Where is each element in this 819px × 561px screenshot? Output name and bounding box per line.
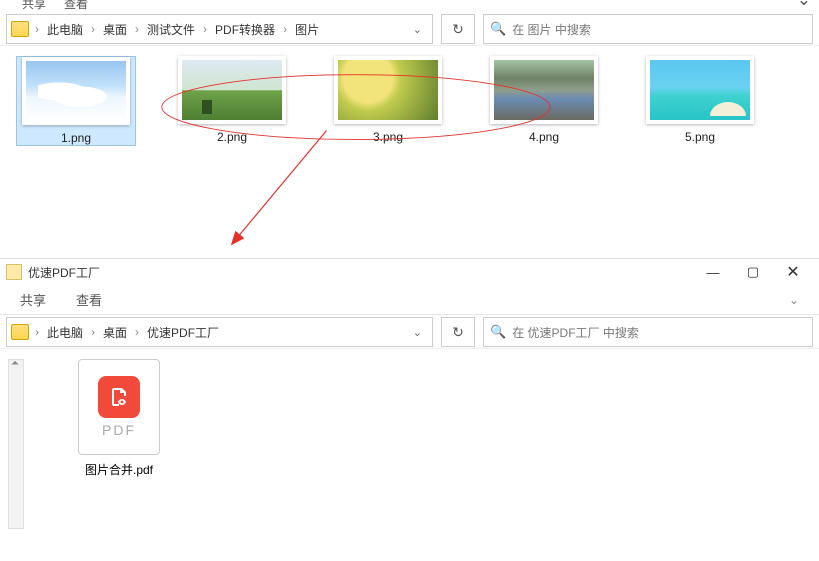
crumb-this-pc[interactable]: 此电脑 (41, 324, 89, 341)
ribbon-collapse-icon[interactable]: ⌄ (789, 293, 799, 307)
address-bar: › 此电脑 › 桌面 › 优速PDF工厂 ⌄ ↻ 🔍 在 优速PDF工厂 中搜索 (0, 315, 819, 349)
window-title: 优速PDF工厂 (28, 264, 100, 281)
thumbnail (490, 56, 598, 124)
breadcrumb-dropdown-icon[interactable]: ⌄ (407, 326, 428, 339)
file-item[interactable]: 1.png (16, 56, 136, 146)
thumbnail (22, 57, 130, 125)
search-input[interactable]: 🔍 在 图片 中搜索 (483, 14, 813, 44)
chevron-right-icon[interactable]: › (89, 22, 97, 36)
ribbon-tabs: 共享 查看 ⌄ (0, 285, 819, 315)
address-bar: › 此电脑 › 桌面 › 测试文件 › PDF转换器 › 图片 ⌄ ↻ 🔍 在 … (0, 12, 819, 46)
file-grid: 1.png 2.png 3.png 4.png 5.png (0, 46, 819, 156)
search-placeholder: 在 优速PDF工厂 中搜索 (512, 324, 639, 341)
file-grid: PDF 图片合并.pdf (0, 349, 819, 539)
file-label: 1.png (61, 131, 91, 145)
file-label: 图片合并.pdf (85, 461, 153, 478)
minimize-button[interactable]: — (693, 262, 733, 282)
file-label: 2.png (217, 130, 247, 144)
refresh-button[interactable]: ↻ (441, 317, 475, 347)
thumbnail (334, 56, 442, 124)
chevron-right-icon[interactable]: › (33, 325, 41, 339)
file-label: 5.png (685, 130, 715, 144)
chevron-right-icon[interactable]: › (33, 22, 41, 36)
breadcrumb-dropdown-icon[interactable]: ⌄ (407, 23, 428, 36)
close-button[interactable]: ✕ (773, 262, 813, 282)
chevron-right-icon[interactable]: › (133, 325, 141, 339)
tab-view[interactable]: 查看 (64, 0, 88, 12)
thumbnail (646, 56, 754, 124)
crumb-this-pc[interactable]: 此电脑 (41, 21, 89, 38)
thumbnail (178, 56, 286, 124)
crumb-pdf-converter[interactable]: PDF转换器 (209, 21, 281, 38)
chevron-right-icon[interactable]: › (89, 325, 97, 339)
search-input[interactable]: 🔍 在 优速PDF工厂 中搜索 (483, 317, 813, 347)
search-icon: 🔍 (490, 21, 506, 37)
title-bar: 优速PDF工厂 — ▢ ✕ (0, 259, 819, 285)
chevron-right-icon[interactable]: › (281, 22, 289, 36)
folder-icon (11, 21, 29, 37)
tab-share[interactable]: 共享 (20, 290, 46, 309)
breadcrumb[interactable]: › 此电脑 › 桌面 › 测试文件 › PDF转换器 › 图片 ⌄ (6, 14, 433, 44)
window-output-folder: 优速PDF工厂 — ▢ ✕ 共享 查看 ⌄ › 此电脑 › 桌面 › 优速PDF… (0, 258, 819, 561)
file-item[interactable]: 4.png (484, 56, 604, 146)
chevron-right-icon[interactable]: › (201, 22, 209, 36)
window-images-folder: 共享 查看 ⌄ › 此电脑 › 桌面 › 测试文件 › PDF转换器 › 图片 … (0, 0, 819, 255)
crumb-desktop[interactable]: 桌面 (97, 21, 133, 38)
file-item[interactable]: 5.png (640, 56, 760, 146)
file-item[interactable]: 2.png (172, 56, 292, 146)
file-item[interactable]: 3.png (328, 56, 448, 146)
folder-icon (11, 324, 29, 340)
folder-icon (6, 264, 22, 280)
crumb-pdf-factory[interactable]: 优速PDF工厂 (141, 324, 225, 341)
tab-share[interactable]: 共享 (22, 0, 46, 12)
chevron-right-icon[interactable]: › (133, 22, 141, 36)
maximize-button[interactable]: ▢ (733, 262, 773, 282)
scrollbar[interactable] (8, 359, 24, 529)
pdf-thumbnail: PDF (78, 359, 160, 455)
crumb-desktop[interactable]: 桌面 (97, 324, 133, 341)
crumb-images[interactable]: 图片 (289, 21, 325, 38)
refresh-button[interactable]: ↻ (441, 14, 475, 44)
ribbon-tabs: 共享 查看 ⌄ (0, 0, 819, 12)
crumb-test-files[interactable]: 测试文件 (141, 21, 201, 38)
file-label: 4.png (529, 130, 559, 144)
file-label: 3.png (373, 130, 403, 144)
search-placeholder: 在 图片 中搜索 (512, 21, 591, 38)
ribbon-collapse-icon[interactable]: ⌄ (797, 0, 811, 10)
pdf-icon (98, 376, 140, 418)
breadcrumb[interactable]: › 此电脑 › 桌面 › 优速PDF工厂 ⌄ (6, 317, 433, 347)
search-icon: 🔍 (490, 324, 506, 340)
tab-view[interactable]: 查看 (76, 290, 102, 309)
pdf-extension-label: PDF (102, 422, 136, 438)
file-item[interactable]: PDF 图片合并.pdf (64, 359, 174, 478)
